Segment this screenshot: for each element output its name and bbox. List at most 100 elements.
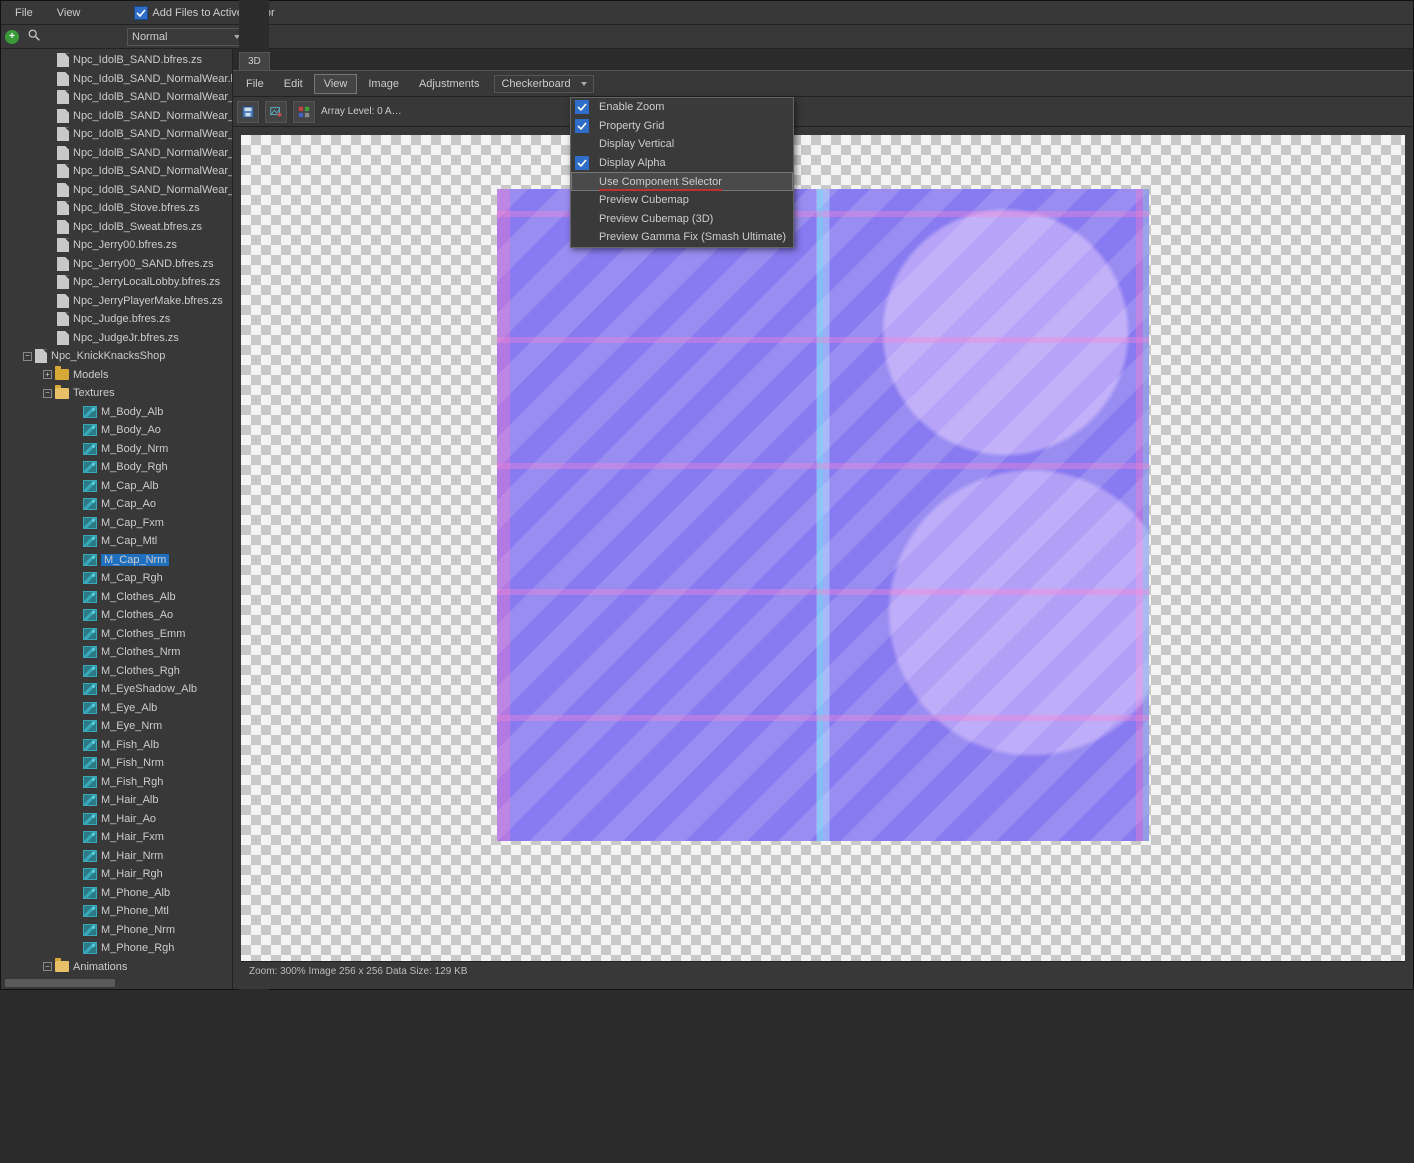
file-icon xyxy=(57,257,69,271)
file-item[interactable]: Npc_IdolB_SAND_NormalWear_Fes_Sand… xyxy=(1,181,232,200)
sidebar-tree: Npc_IdolB_SAND.bfres.zsNpc_IdolB_SAND_No… xyxy=(1,49,233,989)
menu-view[interactable]: View xyxy=(47,5,91,21)
texture-item[interactable]: M_Eye_Nrm xyxy=(1,717,232,736)
texture-item[interactable]: M_Cap_Mtl xyxy=(1,532,232,551)
menu-file[interactable]: File xyxy=(5,5,43,21)
editor-menu-image[interactable]: Image xyxy=(359,75,408,93)
texture-item[interactable]: M_Cap_Rgh xyxy=(1,569,232,588)
texture-icon xyxy=(83,905,97,917)
texture-icon xyxy=(83,683,97,695)
texture-item[interactable]: M_Body_Rgh xyxy=(1,458,232,477)
app-menubar: File View Add Files to Active Editor xyxy=(1,1,1413,25)
file-item[interactable]: Npc_IdolB_SAND_NormalWear_Fes_Sand… xyxy=(1,125,232,144)
horizontal-scrollbar[interactable] xyxy=(5,979,115,987)
folder-animations[interactable]: −Animations xyxy=(1,958,232,977)
view-menu-item[interactable]: Preview Cubemap (3D) xyxy=(571,210,793,229)
file-item[interactable]: Npc_Jerry00_SAND.bfres.zs xyxy=(1,255,232,274)
file-item[interactable]: Npc_JerryPlayerMake.bfres.zs xyxy=(1,292,232,311)
texture-item[interactable]: M_Phone_Nrm xyxy=(1,921,232,940)
texture-item[interactable]: M_Hair_Rgh xyxy=(1,865,232,884)
view-menu-item[interactable]: Property Grid xyxy=(571,117,793,136)
texture-icon xyxy=(83,424,97,436)
view-menu-item[interactable]: Display Alpha xyxy=(571,154,793,173)
file-item[interactable]: Npc_Jerry00.bfres.zs xyxy=(1,236,232,255)
file-item[interactable]: Npc_JerryLocalLobby.bfres.zs xyxy=(1,273,232,292)
background-dropdown[interactable]: Checkerboard xyxy=(494,75,593,93)
texture-item[interactable]: M_Fish_Rgh xyxy=(1,773,232,792)
file-item[interactable]: Npc_Judge.bfres.zs xyxy=(1,310,232,329)
file-item[interactable]: Npc_JudgeJr.bfres.zs xyxy=(1,329,232,348)
file-item[interactable]: Npc_IdolB_Stove.bfres.zs xyxy=(1,199,232,218)
folder-textures[interactable]: −Textures xyxy=(1,384,232,403)
editor-menu-adjustments[interactable]: Adjustments xyxy=(410,75,489,93)
texture-item[interactable]: M_Clothes_Nrm xyxy=(1,643,232,662)
edit-image-button[interactable] xyxy=(265,101,287,123)
channel-button[interactable] xyxy=(293,101,315,123)
texture-canvas[interactable] xyxy=(241,135,1405,961)
tree-item-label: Npc_Judge.bfres.zs xyxy=(73,313,170,325)
texture-icon xyxy=(83,739,97,751)
texture-icon xyxy=(83,868,97,880)
texture-item[interactable]: M_Cap_Nrm xyxy=(1,551,232,570)
file-item[interactable]: Npc_IdolB_Sweat.bfres.zs xyxy=(1,218,232,237)
texture-item[interactable]: M_Body_Ao xyxy=(1,421,232,440)
file-item[interactable]: Npc_IdolB_SAND_NormalWear_Fes_Sand… xyxy=(1,162,232,181)
texture-icon xyxy=(83,609,97,621)
tree-item-label: M_Hair_Alb xyxy=(101,794,158,806)
add-button[interactable]: + xyxy=(5,30,19,44)
texture-item[interactable]: M_Eye_Alb xyxy=(1,699,232,718)
texture-item[interactable]: M_Hair_Alb xyxy=(1,791,232,810)
texture-item[interactable]: M_Clothes_Ao xyxy=(1,606,232,625)
save-button[interactable] xyxy=(237,101,259,123)
texture-item[interactable]: M_Fish_Alb xyxy=(1,736,232,755)
tree-item-label: M_Phone_Alb xyxy=(101,887,170,899)
texture-item[interactable]: M_Phone_Rgh xyxy=(1,939,232,958)
texture-item[interactable]: M_Cap_Fxm xyxy=(1,514,232,533)
editor-menu-view[interactable]: View xyxy=(314,74,358,94)
file-item[interactable]: Npc_IdolB_SAND_NormalWear_Fes_Sand… xyxy=(1,144,232,163)
texture-item[interactable]: M_EyeShadow_Alb xyxy=(1,680,232,699)
file-icon xyxy=(57,72,69,86)
view-menu-item[interactable]: Preview Cubemap xyxy=(571,191,793,210)
tree-item-label: M_Clothes_Emm xyxy=(101,628,185,640)
texture-item[interactable]: M_Clothes_Rgh xyxy=(1,662,232,681)
view-menu-item[interactable]: Preview Gamma Fix (Smash Ultimate) xyxy=(571,228,793,247)
folder-models[interactable]: +Models xyxy=(1,366,232,385)
texture-icon xyxy=(83,554,97,566)
file-icon xyxy=(57,53,69,67)
file-item[interactable]: Npc_IdolB_SAND_NormalWear.bfres.zs xyxy=(1,70,232,89)
texture-item[interactable]: M_Cap_Alb xyxy=(1,477,232,496)
texture-item[interactable]: M_Body_Alb xyxy=(1,403,232,422)
search-icon[interactable] xyxy=(27,28,41,45)
texture-item[interactable]: M_Phone_Alb xyxy=(1,884,232,903)
texture-item[interactable]: M_Hair_Nrm xyxy=(1,847,232,866)
texture-item[interactable]: M_Clothes_Alb xyxy=(1,588,232,607)
editor-menu-file[interactable]: File xyxy=(237,75,273,93)
tree-item-label: M_Phone_Rgh xyxy=(101,942,174,954)
texture-item[interactable]: M_Hair_Ao xyxy=(1,810,232,829)
view-menu-item[interactable]: Use Component Selector xyxy=(571,172,793,191)
texture-item[interactable]: M_Cap_Ao xyxy=(1,495,232,514)
view-menu-item[interactable]: Display Vertical xyxy=(571,135,793,154)
view-menu-item[interactable]: Enable Zoom xyxy=(571,98,793,117)
editor-menu-edit[interactable]: Edit xyxy=(275,75,312,93)
editor-menubar: File Edit View Image Adjustments Checker… xyxy=(233,71,1413,97)
texture-icon xyxy=(83,572,97,584)
texture-item[interactable]: M_Body_Nrm xyxy=(1,440,232,459)
texture-icon xyxy=(83,480,97,492)
file-item[interactable]: Npc_IdolB_SAND.bfres.zs xyxy=(1,51,232,70)
checkbox-checked-icon xyxy=(134,6,148,20)
file-item[interactable]: Npc_IdolB_SAND_NormalWear_Fes_Sand… xyxy=(1,107,232,126)
tree-item-label: M_Body_Rgh xyxy=(101,461,168,473)
file-item-open[interactable]: −Npc_KnickKnacksShop xyxy=(1,347,232,366)
texture-icon xyxy=(83,776,97,788)
file-icon xyxy=(57,201,69,215)
texture-item[interactable]: M_Hair_Fxm xyxy=(1,828,232,847)
file-item[interactable]: Npc_IdolB_SAND_NormalWear_Fes_Sand… xyxy=(1,88,232,107)
tree-item-label: Models xyxy=(73,369,108,381)
tab-3d[interactable]: 3D xyxy=(239,52,270,70)
texture-item[interactable]: M_Fish_Nrm xyxy=(1,754,232,773)
texture-item[interactable]: M_Clothes_Emm xyxy=(1,625,232,644)
mode-dropdown[interactable]: Normal xyxy=(127,28,245,46)
texture-item[interactable]: M_Phone_Mtl xyxy=(1,902,232,921)
